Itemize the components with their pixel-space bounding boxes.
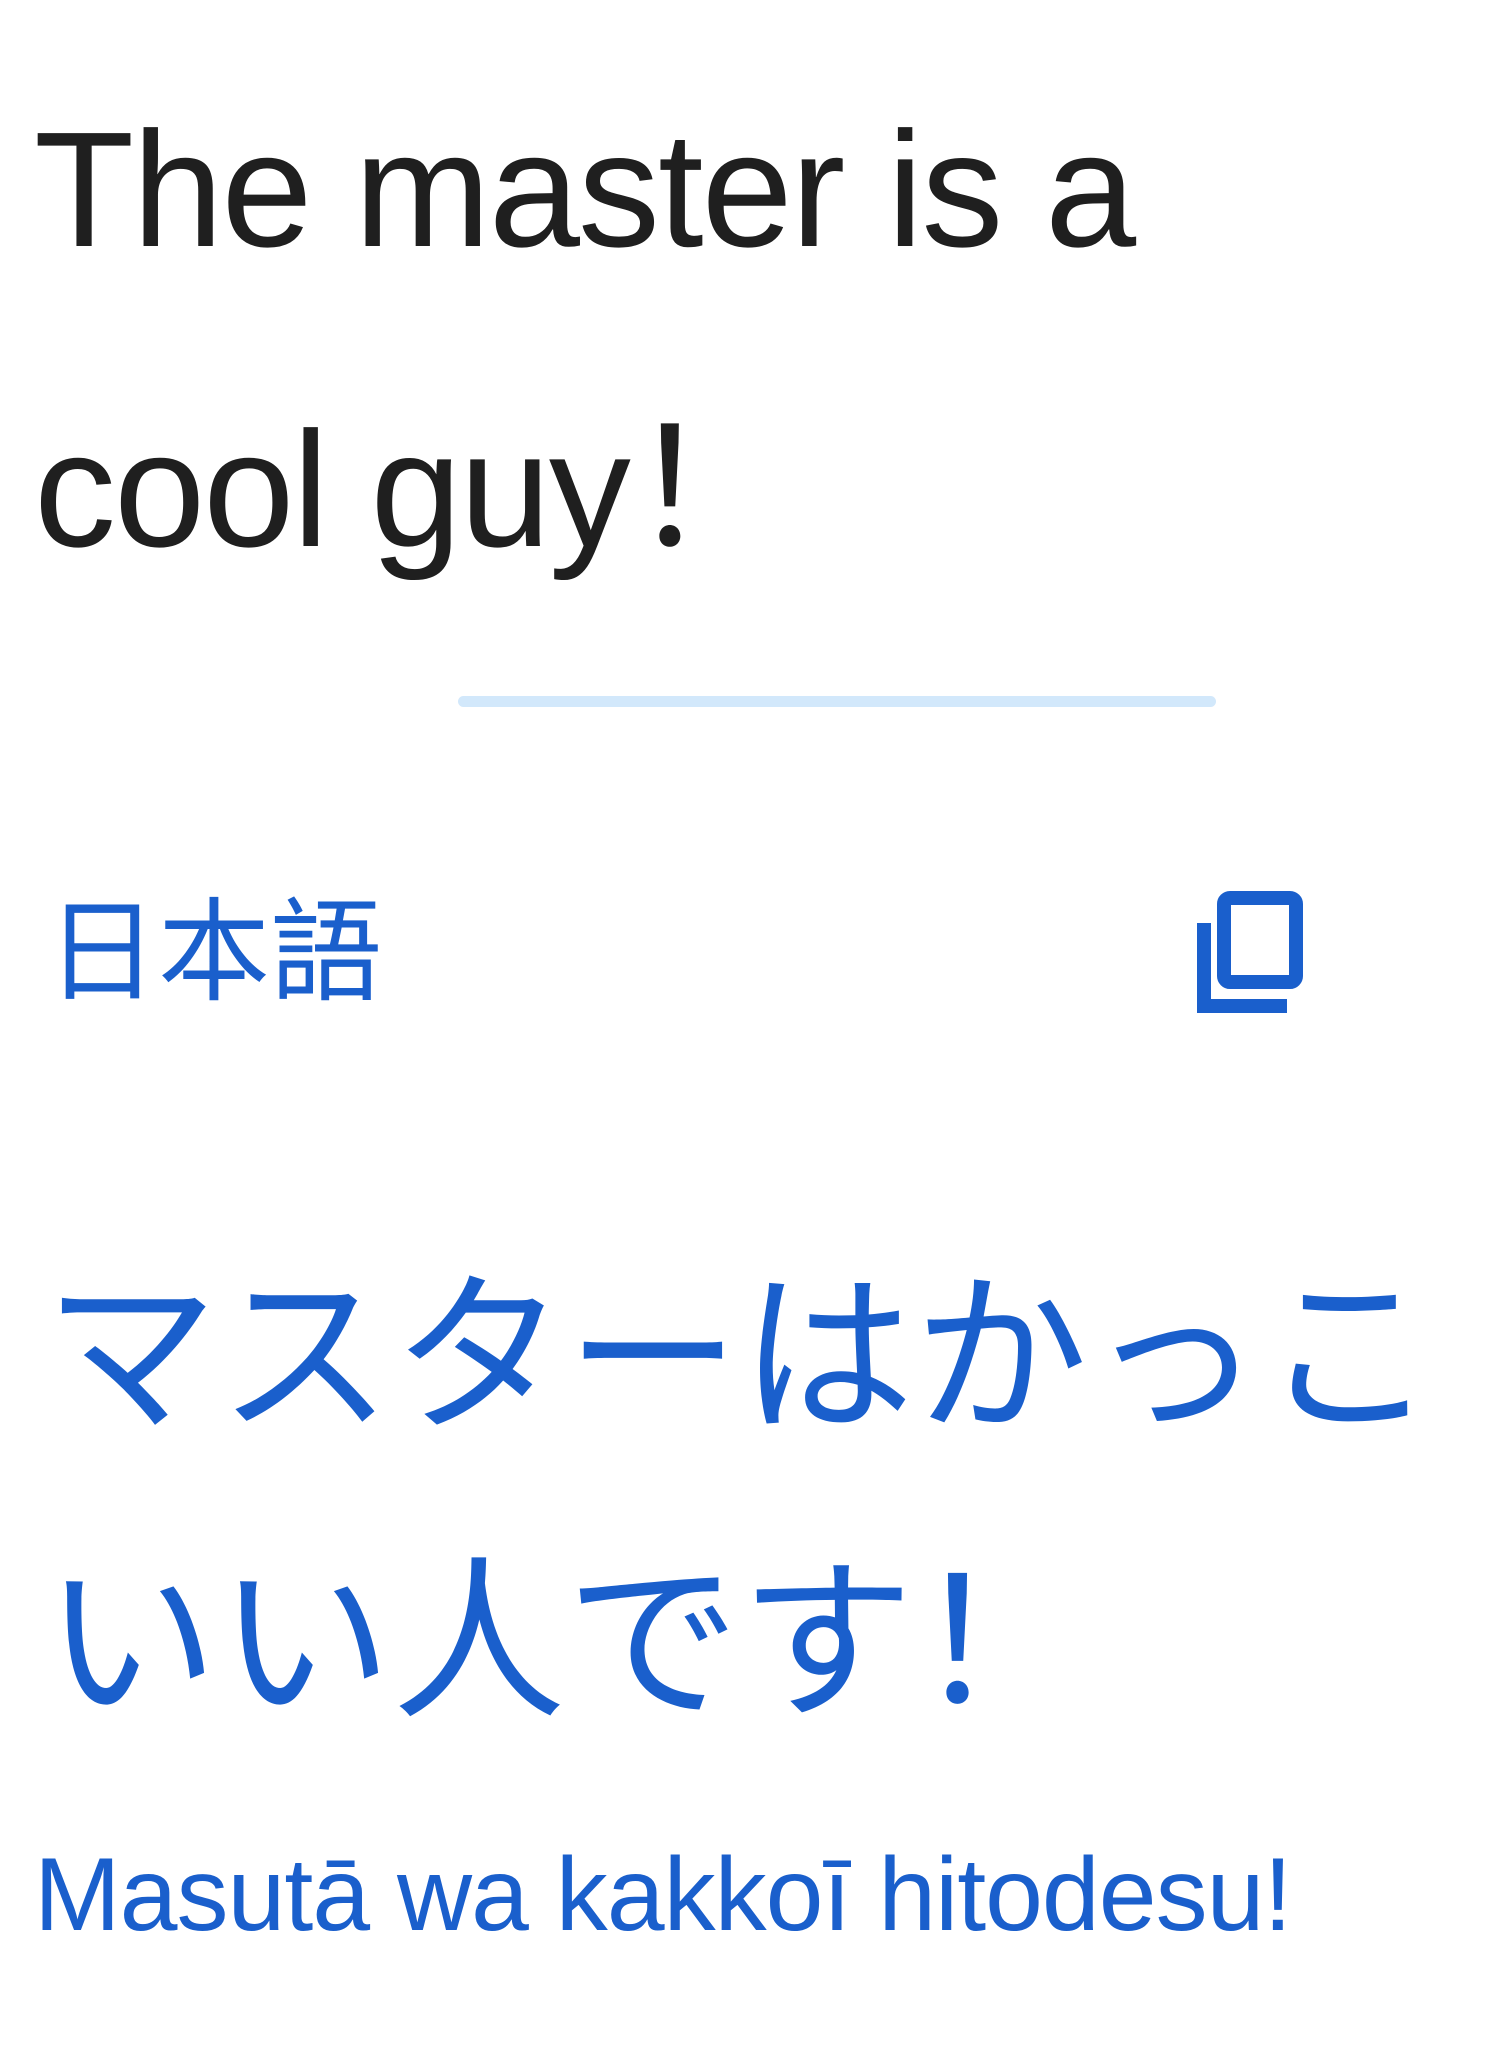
romanization-text[interactable]: Masutā wa kakkoī hitodesu! — [34, 1830, 1474, 1960]
section-divider — [458, 696, 1216, 707]
translated-text[interactable]: マスターはかっこ いい人です！ — [44, 1215, 1464, 1787]
source-text[interactable]: The master is a cool guy！ — [34, 40, 1434, 640]
target-language-label[interactable]: 日本語 — [46, 888, 382, 1018]
copy-icon — [1197, 891, 1303, 1013]
target-language-header: 日本語 — [0, 860, 1488, 1040]
copy-translation-button[interactable] — [1176, 884, 1316, 1024]
